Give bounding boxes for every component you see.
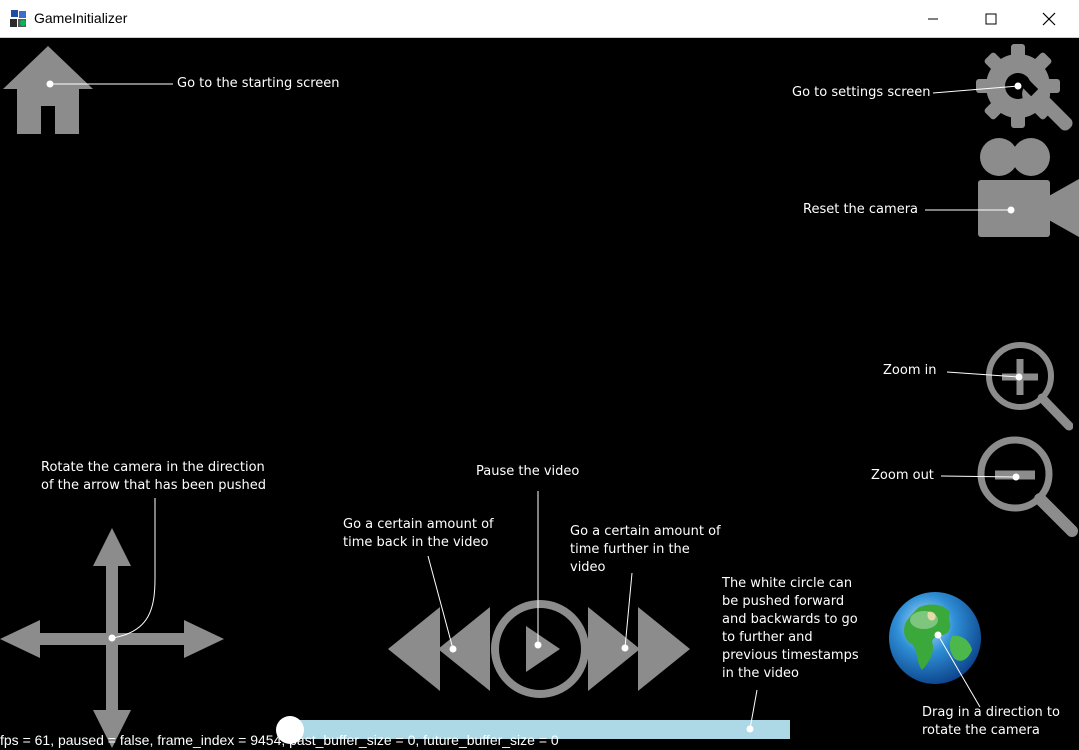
close-button[interactable]	[1020, 0, 1078, 38]
annotation-back-line: Go a certain amount of	[343, 517, 494, 532]
arrow-right-button[interactable]	[184, 620, 224, 658]
annotation-globe-line: Drag in a direction to	[922, 705, 1060, 720]
app-icon	[10, 10, 26, 27]
annotation-slider-line: The white circle can	[722, 576, 853, 591]
annotation-rotate-line: of the arrow that has been pushed	[41, 478, 267, 493]
annotation-globe: Drag in a direction to rotate the camera	[922, 704, 1060, 740]
home-button[interactable]	[3, 44, 93, 136]
video-camera-icon	[978, 138, 1079, 237]
play-icon	[491, 600, 589, 698]
maximize-button[interactable]	[962, 0, 1020, 38]
four-way-arrows-icon	[0, 528, 224, 748]
globe-rotate-control[interactable]	[888, 590, 982, 686]
minimize-icon	[928, 18, 938, 20]
annotation-slider-line: to further and	[722, 630, 813, 645]
fast-forward-button[interactable]	[588, 607, 690, 691]
annotation-reset-camera: Reset the camera	[803, 202, 919, 217]
maximize-icon	[985, 13, 997, 25]
annotation-slider-line: and backwards to go	[722, 612, 858, 627]
annotation-home: Go to the starting screen	[177, 76, 340, 91]
zoom-in-button[interactable]	[985, 341, 1073, 431]
annotation-slider-line: in the video	[722, 666, 799, 681]
annotation-settings: Go to settings screen	[792, 85, 931, 100]
annotation-pause: Pause the video	[476, 464, 580, 479]
annotation-zoom-in: Zoom in	[883, 363, 937, 378]
rewind-icon	[388, 607, 490, 691]
annotation-back-line: time back in the video	[343, 535, 489, 550]
annotation-slider-line: previous timestamps	[722, 648, 859, 663]
minimize-button[interactable]	[904, 0, 962, 38]
annotation-forward-line: time further in the	[570, 542, 690, 557]
annotation-slider: The white circle can be pushed forward a…	[722, 575, 859, 683]
arrow-left-button[interactable]	[0, 620, 40, 658]
globe-icon	[889, 592, 981, 684]
settings-gear-wrench-icon	[976, 44, 1073, 131]
reset-camera-button[interactable]	[977, 137, 1079, 238]
play-pause-button[interactable]	[488, 598, 592, 702]
rewind-button[interactable]	[388, 607, 490, 691]
annotation-globe-line: rotate the camera	[922, 723, 1040, 738]
annotation-back: Go a certain amount of time back in the …	[343, 516, 494, 552]
window-titlebar: GameInitializer	[0, 0, 1079, 38]
fast-forward-icon	[588, 607, 690, 691]
annotation-forward-line: Go a certain amount of	[570, 524, 721, 539]
annotation-forward: Go a certain amount of time further in t…	[570, 523, 721, 577]
annotation-rotate: Rotate the camera in the direction of th…	[41, 459, 266, 495]
close-icon	[1042, 12, 1056, 26]
arrow-up-button[interactable]	[93, 528, 131, 566]
zoom-out-button[interactable]	[977, 436, 1079, 539]
annotation-zoom-out: Zoom out	[871, 468, 934, 483]
rotate-camera-arrows	[0, 528, 224, 748]
annotation-forward-line: video	[570, 560, 606, 575]
zoom-out-icon	[977, 436, 1078, 537]
annotation-rotate-line: Rotate the camera in the direction	[41, 460, 265, 475]
settings-button[interactable]	[976, 42, 1079, 134]
window-title: GameInitializer	[34, 10, 128, 26]
debug-status-text: fps = 61, paused = false, frame_index = …	[0, 732, 559, 748]
home-icon	[3, 46, 93, 134]
zoom-in-icon	[986, 342, 1073, 431]
annotation-slider-line: be pushed forward	[722, 594, 845, 609]
